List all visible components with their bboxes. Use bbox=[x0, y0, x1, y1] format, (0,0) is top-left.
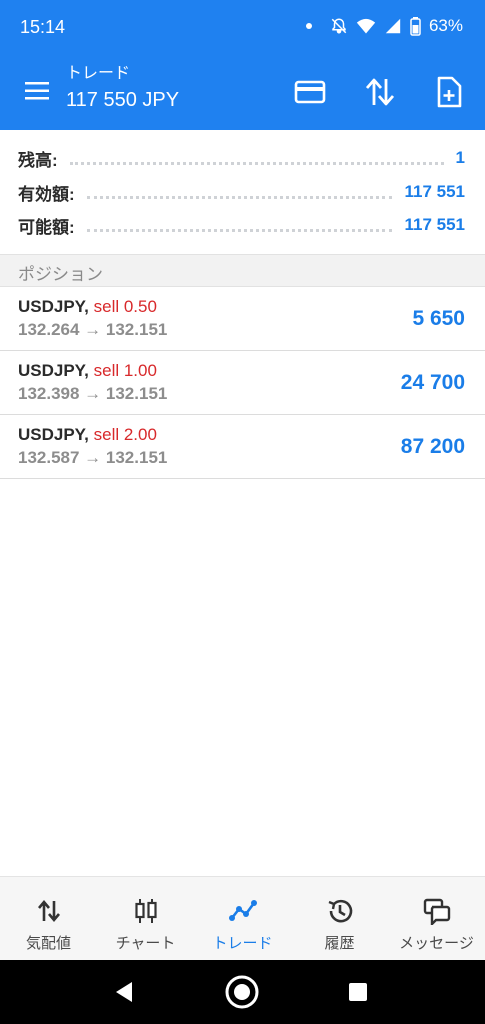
position-profit: 24 700 bbox=[400, 371, 465, 394]
menu-icon[interactable] bbox=[24, 78, 50, 104]
position-symbol: USDJPY, bbox=[18, 361, 89, 380]
summary-row-equity: 有効額: 117 551 bbox=[18, 176, 465, 208]
quotes-icon bbox=[37, 899, 60, 923]
new-document-icon bbox=[437, 76, 462, 108]
position-symbol: USDJPY, bbox=[18, 425, 89, 444]
position-header: USDJPY, sell 0.50 bbox=[18, 297, 157, 317]
candlestick-chart-icon bbox=[134, 899, 157, 923]
equity-value: 117 551 bbox=[404, 182, 465, 201]
position-prices: 132.587 → 132.151 bbox=[18, 448, 168, 467]
equity-label: 有効額: bbox=[18, 184, 75, 204]
summary-row-balance: 残高: 1 bbox=[18, 142, 465, 174]
nav-history[interactable]: 履歴 bbox=[291, 877, 388, 961]
dotted-leader bbox=[86, 227, 393, 232]
toolbar: トレード 117 550 JPY bbox=[0, 52, 485, 130]
battery-icon bbox=[410, 16, 421, 36]
nav-label: チャート bbox=[115, 935, 176, 952]
balance-value: 1 bbox=[455, 148, 465, 167]
nav-label: 履歴 bbox=[324, 935, 355, 952]
nav-messages[interactable]: メッセージ bbox=[388, 877, 485, 961]
nav-label: トレード bbox=[212, 935, 273, 952]
position-row[interactable]: USDJPY, sell 1.00 132.398 → 132.151 24 7… bbox=[0, 351, 485, 415]
position-prices: 132.398 → 132.151 bbox=[18, 384, 168, 403]
nav-label: 気配値 bbox=[25, 935, 71, 952]
position-row[interactable]: USDJPY, sell 0.50 132.264 → 132.151 5 65… bbox=[0, 287, 485, 351]
account-summary: 残高: 1 有効額: 117 551 可能額: 117 551 bbox=[0, 130, 485, 254]
position-side: sell 0.50 bbox=[93, 297, 157, 316]
position-symbol: USDJPY, bbox=[18, 297, 89, 316]
messages-icon bbox=[423, 898, 450, 925]
page-subtitle: トレード bbox=[66, 65, 131, 82]
deposit-button[interactable] bbox=[292, 74, 328, 110]
nav-label: メッセージ bbox=[399, 935, 474, 952]
position-profit: 87 200 bbox=[400, 435, 465, 458]
history-icon bbox=[328, 899, 352, 923]
position-profit: 5 650 bbox=[412, 307, 465, 330]
summary-row-free-margin: 可能額: 117 551 bbox=[18, 209, 465, 241]
status-time: 15:14 bbox=[20, 17, 66, 37]
bottom-navigation: 気配値 チャート トレード 履歴 メッセージ bbox=[0, 876, 485, 960]
signal-icon bbox=[385, 18, 401, 34]
sort-button[interactable] bbox=[362, 74, 398, 110]
position-row[interactable]: USDJPY, sell 2.00 132.587 → 132.151 87 2… bbox=[0, 415, 485, 479]
dotted-leader bbox=[86, 194, 393, 199]
notification-dot-icon bbox=[305, 23, 312, 29]
status-bar: 15:14 63% bbox=[0, 0, 485, 52]
trade-line-icon bbox=[228, 900, 257, 921]
dotted-leader bbox=[69, 160, 444, 165]
back-icon[interactable] bbox=[106, 974, 142, 1010]
title-block: トレード 117 550 JPY bbox=[66, 64, 179, 114]
position-prices: 132.264 → 132.151 bbox=[18, 320, 168, 339]
sort-arrows-icon bbox=[365, 78, 395, 106]
battery-percent: 63% bbox=[428, 16, 463, 35]
nav-chart[interactable]: チャート bbox=[97, 877, 194, 961]
status-icons: 63% bbox=[305, 14, 463, 38]
home-icon[interactable] bbox=[224, 974, 260, 1010]
balance-label: 残高: bbox=[18, 150, 58, 170]
position-header: USDJPY, sell 1.00 bbox=[18, 361, 157, 381]
nav-trade[interactable]: トレード bbox=[194, 877, 291, 961]
recents-icon[interactable] bbox=[340, 974, 376, 1010]
nav-quotes[interactable]: 気配値 bbox=[0, 877, 97, 961]
new-order-button[interactable] bbox=[431, 74, 467, 110]
free-margin-value: 117 551 bbox=[404, 215, 465, 234]
credit-card-icon bbox=[294, 80, 326, 104]
positions-section-header: ポジション bbox=[0, 254, 485, 287]
positions-section-title: ポジション bbox=[18, 265, 103, 284]
mute-bell-icon bbox=[331, 18, 347, 34]
position-side: sell 1.00 bbox=[93, 361, 157, 380]
position-side: sell 2.00 bbox=[93, 425, 157, 444]
app-header: 15:14 63% トレード 117 550 JPY bbox=[0, 0, 485, 130]
free-margin-label: 可能額: bbox=[18, 217, 75, 237]
page-title: 117 550 JPY bbox=[66, 89, 180, 111]
wifi-icon bbox=[356, 18, 376, 34]
position-header: USDJPY, sell 2.00 bbox=[18, 425, 157, 445]
system-navigation-bar bbox=[0, 960, 485, 1024]
